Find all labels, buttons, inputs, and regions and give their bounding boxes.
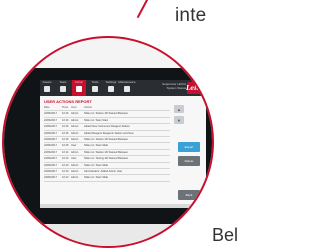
page-title: USER ACTIONS REPORT	[44, 99, 92, 104]
table-cell: 10:13	[62, 163, 69, 167]
table-cell: 10:14	[62, 150, 69, 154]
user-actions-table: Date Time User Action 22/06/2017 10:16 Adm…	[44, 105, 170, 182]
table-cell: 22/06/2017	[44, 157, 57, 161]
table-cell: Added Reagent Reagents Station and New	[84, 131, 134, 135]
tab-label: Maintenance	[118, 80, 136, 84]
table-cell: 10:16	[62, 125, 69, 129]
column-header-user: User	[71, 106, 77, 109]
tab-label: Action	[74, 80, 84, 84]
table-cell: 22/06/2017	[44, 118, 57, 122]
table-cell: Slide run: Testing 4D Stained Between	[84, 157, 129, 161]
assets-icon	[44, 86, 50, 92]
table-cell: 22/06/2017	[44, 131, 57, 135]
maintenance-icon	[124, 86, 130, 92]
table-cell: Admin	[71, 176, 79, 180]
tab-assets[interactable]: Assets	[40, 80, 54, 96]
chevron-up-icon: ▲	[177, 106, 181, 112]
table-cell: Admin	[71, 112, 79, 116]
table-cell: 10:15	[62, 144, 69, 148]
top-nav-bar: Assets Tests Action Tools Settings Maint…	[40, 80, 206, 96]
table-cell: User	[71, 144, 77, 148]
tab-label: Tests	[59, 80, 67, 84]
table-cell: 10:16	[62, 118, 69, 122]
scroll-up-button[interactable]: ▲	[174, 105, 184, 113]
export-button[interactable]: Export	[178, 142, 200, 152]
tab-action[interactable]: Action	[72, 80, 86, 96]
table-cell: Admin	[71, 169, 79, 173]
background-text-fragment: inte	[175, 5, 207, 26]
tab-maintenance[interactable]: Maintenance	[118, 80, 136, 96]
table-cell: Admin	[71, 150, 79, 154]
tab-tests[interactable]: Tests	[56, 80, 70, 96]
column-header-date: Date	[44, 106, 50, 109]
table-cell: Slide run: Stain Slide	[84, 144, 109, 148]
table-cell: Admin	[71, 163, 79, 167]
table-cell: Slide run: Station 4D Stained Between	[84, 112, 129, 116]
user-info: Supervisor LEICA System Status	[152, 82, 186, 94]
table-cell: User	[71, 157, 77, 161]
zoom-circle: Assets Tests Action Tools Settings Maint…	[2, 36, 214, 248]
tab-label: Tools	[91, 80, 99, 84]
table-cell: 22/06/2017	[44, 163, 57, 167]
action-icon	[76, 86, 82, 92]
table-cell: 10:15	[62, 137, 69, 141]
table-cell: Admin	[71, 125, 79, 129]
tab-label: Assets	[42, 80, 52, 84]
table-cell: 22/06/2017	[44, 125, 57, 129]
tab-settings[interactable]: Settings	[104, 80, 118, 96]
device-base	[34, 224, 212, 246]
column-header-action: Action	[84, 106, 93, 109]
table-cell: 22/06/2017	[44, 150, 57, 154]
tab-label: Settings	[105, 80, 117, 84]
table-cell: Slide run: Station 4D Stained Between	[84, 150, 129, 154]
settings-icon	[108, 86, 114, 92]
table-cell: 22/06/2017	[44, 137, 57, 141]
device-screen: Assets Tests Action Tools Settings Maint…	[40, 80, 206, 208]
table-cell: Slide run: Stain Slide	[84, 176, 109, 180]
back-button[interactable]: Back	[178, 190, 200, 200]
table-cell: 22/06/2017	[44, 112, 57, 116]
table-cell: 10:12	[62, 176, 69, 180]
table-cell: Added New Instrument Reagent Station	[84, 125, 130, 129]
table-cell: Admin	[71, 131, 79, 135]
table-cell: Admin	[71, 137, 79, 141]
table-cell: Administrator: Added Admin User	[84, 169, 123, 173]
table-cell: Slide run: Stain Slide	[84, 163, 109, 167]
chevron-down-icon: ▼	[177, 117, 181, 123]
table-cell: 10:14	[62, 157, 69, 161]
delete-button[interactable]: Delete	[178, 156, 200, 166]
tests-icon	[60, 86, 66, 92]
table-cell: 22/06/2017	[44, 176, 57, 180]
column-header-time: Time	[62, 106, 69, 109]
leica-logo: Leica	[186, 82, 204, 94]
table-cell: Slide run: Station 4D Stained Between	[84, 137, 129, 141]
connector-line	[136, 0, 150, 19]
table-cell: Admin	[71, 118, 79, 122]
table-cell: Slide run: Stain Stain	[84, 118, 109, 122]
table-row[interactable]: 22/06/2017 10:12 Admin Slide run: Stain Sli…	[44, 175, 170, 182]
table-cell: 10:13	[62, 169, 69, 173]
system-status: System Status	[166, 86, 186, 90]
scroll-down-button[interactable]: ▼	[174, 116, 184, 124]
table-cell: 22/06/2017	[44, 144, 57, 148]
bottom-status-bar	[40, 204, 206, 208]
tab-tools[interactable]: Tools	[88, 80, 102, 96]
tools-icon	[92, 86, 98, 92]
table-cell: 10:15	[62, 131, 69, 135]
table-cell: 10:16	[62, 112, 69, 116]
table-cell: 22/06/2017	[44, 169, 57, 173]
